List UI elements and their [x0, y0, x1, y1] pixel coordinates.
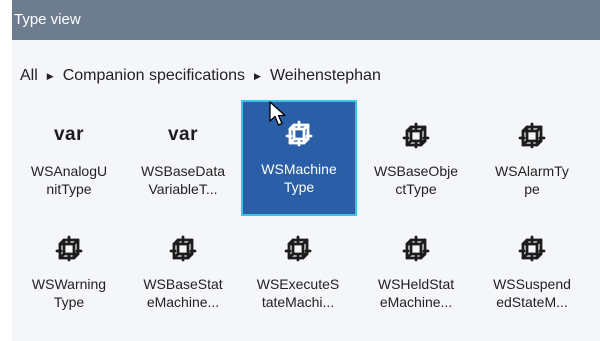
- chevron-right-icon: ▶: [46, 70, 54, 81]
- type-item-wsmachinetype[interactable]: WSMachine Type: [241, 100, 357, 216]
- breadcrumb-item-all[interactable]: All: [20, 67, 38, 85]
- type-item-label-line1: WSExecuteS: [256, 276, 340, 292]
- type-item-label-line1: WSHeldStat: [377, 276, 455, 292]
- type-item-wsexecutestatemachi[interactable]: WSExecuteS tateMachi...: [241, 215, 355, 327]
- object-type-icon: [284, 235, 312, 262]
- type-item-wswarningtype[interactable]: WSWarning Type: [12, 215, 126, 327]
- object-type-icon-wrap: [359, 233, 473, 263]
- breadcrumb-item-companion-specifications[interactable]: Companion specifications: [63, 67, 245, 85]
- type-item-label-line1: WSAnalogU: [30, 163, 108, 179]
- type-item-label: WSBaseData VariableT...: [130, 162, 236, 198]
- object-type-icon: [518, 235, 546, 262]
- type-item-wsalarmtype[interactable]: WSAlarmTy pe: [475, 102, 589, 214]
- type-item-label-line1: WSBaseData: [140, 163, 226, 179]
- type-item-label: WSAlarmTy pe: [479, 162, 585, 198]
- type-item-label: WSBaseObje ctType: [363, 162, 469, 198]
- object-type-icon: [518, 122, 546, 149]
- object-type-icon: [285, 120, 313, 147]
- object-type-icon: [402, 235, 430, 262]
- type-item-wsbasestatemachine[interactable]: WSBaseStat eMachine...: [126, 215, 240, 327]
- breadcrumb: All ▶ Companion specifications ▶ Weihens…: [20, 65, 381, 87]
- type-item-label: WSWarning Type: [16, 275, 122, 311]
- type-item-wsbaseobjecttype[interactable]: WSBaseObje ctType: [359, 102, 473, 214]
- type-item-wsheldstatemachine[interactable]: WSHeldStat eMachine...: [359, 215, 473, 327]
- type-item-label: WSMachine Type: [247, 160, 351, 196]
- type-item-label-line2: edStateM...: [496, 294, 568, 310]
- panel-title: Type view: [12, 0, 600, 40]
- object-type-icon-wrap: [12, 233, 126, 263]
- type-item-wssuspendedstatem[interactable]: WSSuspend edStateM...: [475, 215, 589, 327]
- type-item-label-line2: Type: [53, 294, 85, 310]
- type-item-wsanalogunittype[interactable]: var WSAnalogU nitType: [12, 102, 126, 214]
- type-item-label: WSExecuteS tateMachi...: [245, 275, 351, 311]
- type-item-label-line2: nitType: [46, 181, 92, 197]
- type-item-label-line2: pe: [524, 181, 540, 197]
- type-view-panel: Type view All ▶ Companion specifications…: [12, 0, 600, 341]
- type-item-label-line2: eMachine...: [379, 294, 453, 310]
- object-type-icon-wrap: [126, 233, 240, 263]
- type-item-label-line1: WSSuspend: [493, 276, 571, 292]
- object-type-icon-wrap: [475, 120, 589, 150]
- object-type-icon-wrap: [475, 233, 589, 263]
- breadcrumb-item-weihenstephan[interactable]: Weihenstephan: [270, 67, 381, 85]
- type-item-label-line2: VariableT...: [148, 181, 218, 197]
- type-item-label: WSBaseStat eMachine...: [130, 275, 236, 311]
- type-item-label-line2: eMachine...: [146, 294, 220, 310]
- object-type-icon-wrap: [241, 233, 355, 263]
- object-type-icon: [55, 235, 83, 262]
- type-item-label-line1: WSBaseStat: [143, 276, 223, 292]
- type-item-label-line1: WSWarning: [31, 276, 107, 292]
- type-item-label: WSSuspend edStateM...: [479, 275, 585, 311]
- type-item-label-line2: Type: [283, 179, 315, 195]
- type-item-label-line1: WSAlarmTy: [495, 163, 569, 179]
- variable-type-icon: var: [126, 120, 240, 150]
- object-type-icon: [169, 235, 197, 262]
- type-item-label: WSAnalogU nitType: [16, 162, 122, 198]
- object-type-icon-wrap: [359, 120, 473, 150]
- chevron-right-icon: ▶: [254, 70, 261, 81]
- var-glyph: var: [53, 124, 85, 145]
- type-item-label-line1: WSBaseObje: [373, 163, 459, 179]
- type-item-label-line1: WSMachine: [261, 161, 337, 177]
- type-item-label: WSHeldStat eMachine...: [363, 275, 469, 311]
- variable-type-icon: var: [12, 120, 126, 150]
- type-item-wsbasedatavariablet[interactable]: var WSBaseData VariableT...: [126, 102, 240, 214]
- type-view-content: All ▶ Companion specifications ▶ Weihens…: [12, 40, 600, 341]
- type-item-label-line2: ctType: [395, 181, 437, 197]
- type-item-label-line2: tateMachi...: [261, 294, 335, 310]
- var-glyph: var: [167, 124, 199, 145]
- object-type-icon: [402, 122, 430, 149]
- object-type-icon-wrap: [243, 118, 355, 148]
